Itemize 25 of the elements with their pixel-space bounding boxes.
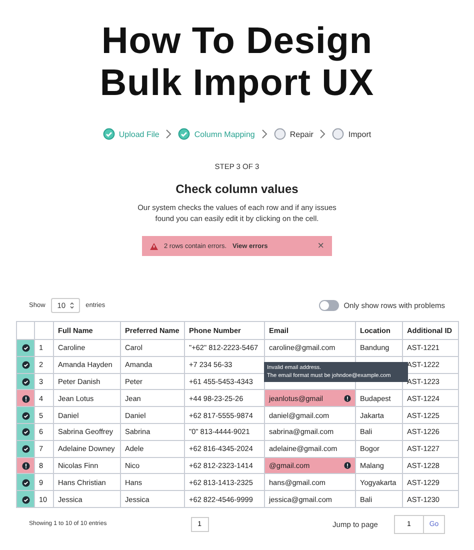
check-circle-icon	[22, 361, 30, 370]
check-circle-icon	[22, 445, 30, 454]
headline: Bulk Import UX	[100, 62, 374, 104]
check-circle-icon	[22, 496, 30, 504]
spinner-icon	[70, 302, 74, 308]
error-icon	[22, 394, 30, 403]
error-icon	[344, 394, 351, 402]
chevron-icon	[319, 129, 326, 139]
error-icon	[22, 462, 30, 470]
check-circle-icon	[22, 378, 30, 386]
chevron-icon	[165, 129, 172, 139]
headline: How To Design	[102, 20, 372, 62]
header-cell	[34, 322, 54, 340]
step-label[interactable]: Import	[348, 130, 372, 138]
toggle-switch[interactable]	[318, 300, 339, 310]
section-heading: Check column values	[174, 182, 300, 196]
step-label[interactable]: Repair	[290, 130, 314, 138]
error-icon	[344, 462, 351, 469]
chevron-icon	[260, 129, 268, 139]
check-circle-icon	[22, 478, 30, 487]
check-circle-icon	[22, 344, 30, 352]
close-button[interactable]: ×	[318, 240, 324, 252]
warning-icon	[150, 242, 158, 250]
check-circle-icon	[22, 428, 30, 436]
check-circle-icon	[22, 412, 30, 420]
